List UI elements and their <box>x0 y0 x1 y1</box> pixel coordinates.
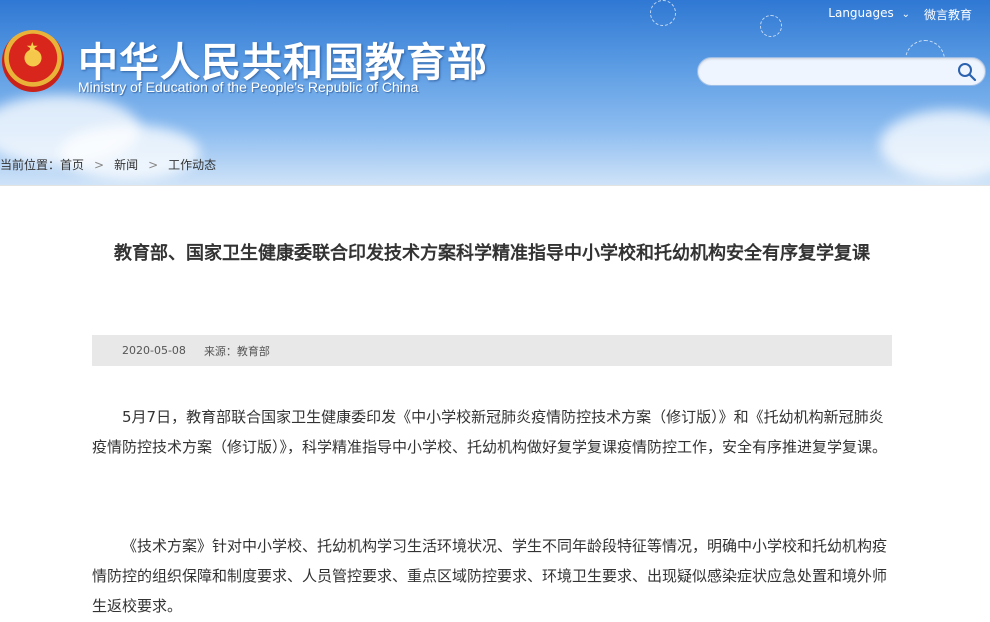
languages-menu[interactable]: Languages ⌄ <box>828 6 910 23</box>
weibo-link[interactable]: 微言教育 <box>924 6 972 23</box>
article-paragraph: 5月7日，教育部联合国家卫生健康委印发《中小学校新冠肺炎疫情防控技术方案（修订版… <box>92 408 888 456</box>
article-date: 2020-05-08 <box>122 344 186 357</box>
search-box <box>697 57 986 86</box>
star-icon: ★ <box>26 40 39 56</box>
site-header: ★ 中华人民共和国教育部 Ministry of Education of th… <box>0 0 990 185</box>
article-container: 教育部、国家卫生健康委联合印发技术方案科学精准指导中小学校和托幼机构安全有序复学… <box>0 185 990 622</box>
breadcrumb-home[interactable]: 首页 <box>60 156 84 173</box>
chevron-down-icon: ⌄ <box>901 9 910 20</box>
article-source: 来源：教育部 <box>203 344 270 358</box>
site-title-english[interactable]: Ministry of Education of the People's Re… <box>78 79 418 95</box>
top-links: Languages ⌄ 微言教育 <box>828 6 972 23</box>
breadcrumb-news[interactable]: 新闻 <box>114 156 138 173</box>
breadcrumb-work-news[interactable]: 工作动态 <box>168 156 216 173</box>
cloud-decoration <box>880 110 990 180</box>
chevron-right-icon: > <box>148 157 159 172</box>
dandelion-decoration <box>650 0 676 26</box>
article-title: 教育部、国家卫生健康委联合印发技术方案科学精准指导中小学校和托幼机构安全有序复学… <box>114 243 870 264</box>
national-emblem-icon: ★ <box>2 30 64 92</box>
search-icon[interactable] <box>957 62 977 82</box>
chevron-right-icon: > <box>94 157 105 172</box>
breadcrumb: 当前位置： 首页 > 新闻 > 工作动态 <box>0 156 216 173</box>
search-input[interactable] <box>710 63 950 81</box>
breadcrumb-prefix: 当前位置： <box>0 158 61 172</box>
languages-label: Languages <box>828 6 894 20</box>
article-meta-bar: 2020-05-08 来源：教育部 <box>92 335 892 366</box>
article-paragraph: 《技术方案》针对中小学校、托幼机构学习生活环境状况、学生不同年龄段特征等情况，明… <box>92 537 888 615</box>
dandelion-decoration <box>760 15 782 37</box>
